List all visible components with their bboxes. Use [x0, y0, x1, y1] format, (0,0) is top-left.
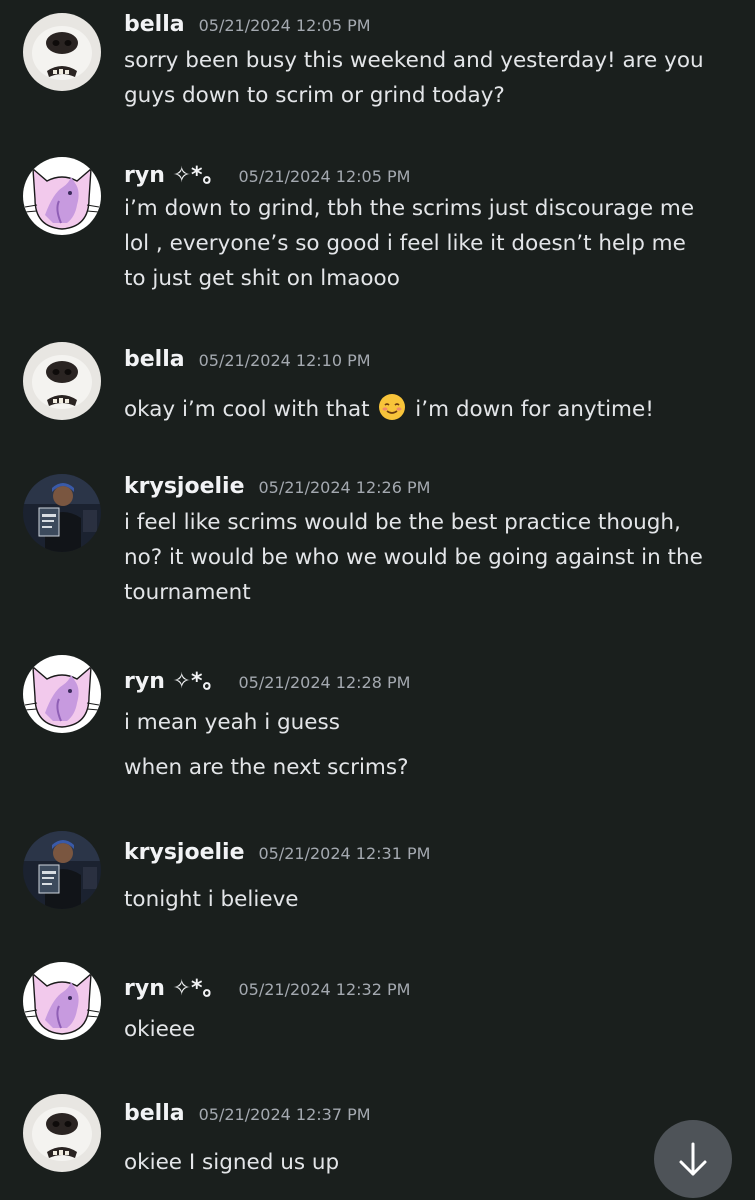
message-text: to just get shit on lmaooo: [124, 266, 400, 291]
message-text: lol , everyone’s so good i feel like it …: [124, 231, 686, 256]
avatar[interactable]: [23, 831, 101, 909]
username[interactable]: ryn ✧*。: [124, 976, 224, 1001]
message-text: guys down to scrim or grind today?: [124, 83, 505, 108]
avatar[interactable]: [23, 962, 101, 1040]
message-text: when are the next scrims?: [124, 755, 409, 780]
message-text: i feel like scrims would be the best pra…: [124, 510, 681, 535]
avatar[interactable]: [23, 655, 101, 733]
message-text: okieee: [124, 1017, 196, 1042]
message-text: i’m down to grind, tbh the scrims just d…: [124, 196, 695, 221]
arrow-down-icon: [679, 1142, 707, 1176]
message-text: no? it would be who we would be going ag…: [124, 545, 703, 570]
message-text: sorry been busy this weekend and yesterd…: [124, 48, 704, 73]
avatar[interactable]: [23, 474, 101, 552]
smiling-face-emoji: [379, 394, 406, 420]
message-header: ryn ✧*。 05/21/2024 12:05 PM: [124, 157, 411, 188]
avatar[interactable]: [23, 342, 101, 420]
timestamp: 05/21/2024 12:05 PM: [198, 16, 371, 35]
message-header: bella 05/21/2024 12:10 PM: [124, 347, 371, 377]
message-text: tonight i believe: [124, 887, 299, 912]
message-text: okiee I signed us up: [124, 1150, 340, 1175]
username[interactable]: krysjoelie: [124, 840, 245, 865]
message-text: i mean yeah i guess: [124, 710, 340, 735]
username[interactable]: ryn ✧*。: [124, 669, 224, 694]
timestamp: 05/21/2024 12:26 PM: [258, 478, 431, 497]
message-text: tournament: [124, 580, 251, 605]
message-list[interactable]: bella 05/21/2024 12:05 PM sorry been busy…: [0, 0, 755, 1200]
message-header: bella 05/21/2024 12:37 PM: [124, 1101, 371, 1131]
timestamp: 05/21/2024 12:31 PM: [258, 844, 431, 863]
message-header: ryn ✧*。 05/21/2024 12:32 PM: [124, 970, 411, 1001]
username[interactable]: bella: [124, 12, 185, 37]
message-text-segment: okay i’m cool with that: [124, 397, 370, 422]
timestamp: 05/21/2024 12:05 PM: [238, 167, 411, 186]
username[interactable]: ryn ✧*。: [124, 163, 224, 188]
username[interactable]: krysjoelie: [124, 474, 245, 499]
message-text: okay i’m cool with that i’m down for any…: [124, 392, 735, 427]
timestamp: 05/21/2024 12:37 PM: [198, 1105, 371, 1124]
username[interactable]: bella: [124, 1101, 185, 1126]
message-text-segment: i’m down for anytime!: [415, 397, 654, 422]
avatar[interactable]: [23, 13, 101, 91]
timestamp: 05/21/2024 12:28 PM: [238, 673, 411, 692]
message-header: krysjoelie 05/21/2024 12:31 PM: [124, 840, 430, 870]
username[interactable]: bella: [124, 347, 185, 372]
avatar[interactable]: [23, 1094, 101, 1172]
message-header: krysjoelie 05/21/2024 12:26 PM: [124, 474, 430, 504]
message-header: bella 05/21/2024 12:05 PM: [124, 12, 371, 42]
timestamp: 05/21/2024 12:32 PM: [238, 980, 411, 999]
message-header: ryn ✧*。 05/21/2024 12:28 PM: [124, 663, 411, 694]
jump-to-latest-button[interactable]: [654, 1120, 732, 1198]
avatar[interactable]: [23, 157, 101, 235]
timestamp: 05/21/2024 12:10 PM: [198, 351, 371, 370]
